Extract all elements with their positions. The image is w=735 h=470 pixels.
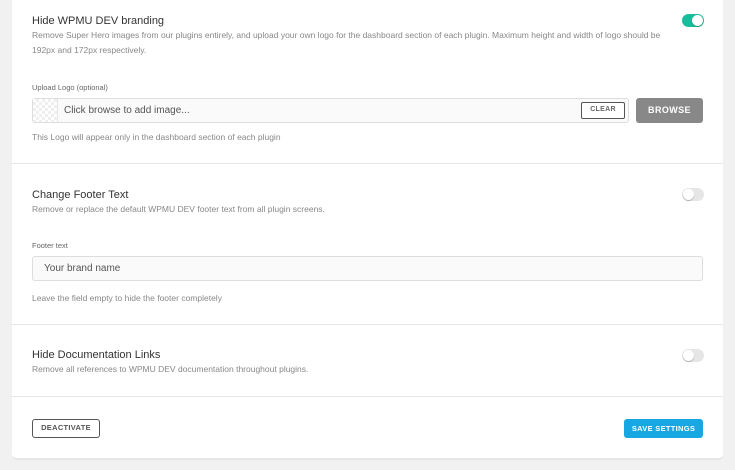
upload-logo-label: Upload Logo (optional) xyxy=(32,83,108,92)
footer-description: Remove or replace the default WPMU DEV f… xyxy=(32,204,325,214)
section-divider xyxy=(12,324,723,325)
logo-preview-thumbnail xyxy=(33,99,58,122)
footer-text-input[interactable]: Your brand name xyxy=(32,256,703,281)
upload-logo-field[interactable]: Click browse to add image... CLEAR xyxy=(32,98,629,123)
deactivate-button[interactable]: DEACTIVATE xyxy=(32,419,100,438)
toggle-knob xyxy=(692,15,703,26)
branding-toggle[interactable] xyxy=(682,14,704,27)
toggle-knob xyxy=(683,350,694,361)
settings-card: Hide WPMU DEV branding Remove Super Hero… xyxy=(12,0,723,458)
upload-placeholder-text: Click browse to add image... xyxy=(64,105,190,116)
footer-text-label: Footer text xyxy=(32,241,68,250)
toggle-knob xyxy=(683,189,694,200)
section-divider xyxy=(12,163,723,164)
docs-title: Hide Documentation Links xyxy=(32,349,161,361)
save-settings-button[interactable]: SAVE SETTINGS xyxy=(624,419,703,438)
footer-toggle[interactable] xyxy=(682,188,704,201)
footer-help-text: Leave the field empty to hide the footer… xyxy=(32,293,222,303)
clear-button[interactable]: CLEAR xyxy=(581,102,625,119)
section-divider xyxy=(12,396,723,397)
branding-title: Hide WPMU DEV branding xyxy=(32,15,165,27)
footer-title: Change Footer Text xyxy=(32,189,129,201)
docs-toggle[interactable] xyxy=(682,349,704,362)
upload-help-text: This Logo will appear only in the dashbo… xyxy=(32,132,281,142)
browse-button[interactable]: BROWSE xyxy=(636,98,703,123)
branding-description: Remove Super Hero images from our plugin… xyxy=(32,30,661,55)
docs-description: Remove all references to WPMU DEV docume… xyxy=(32,364,309,374)
